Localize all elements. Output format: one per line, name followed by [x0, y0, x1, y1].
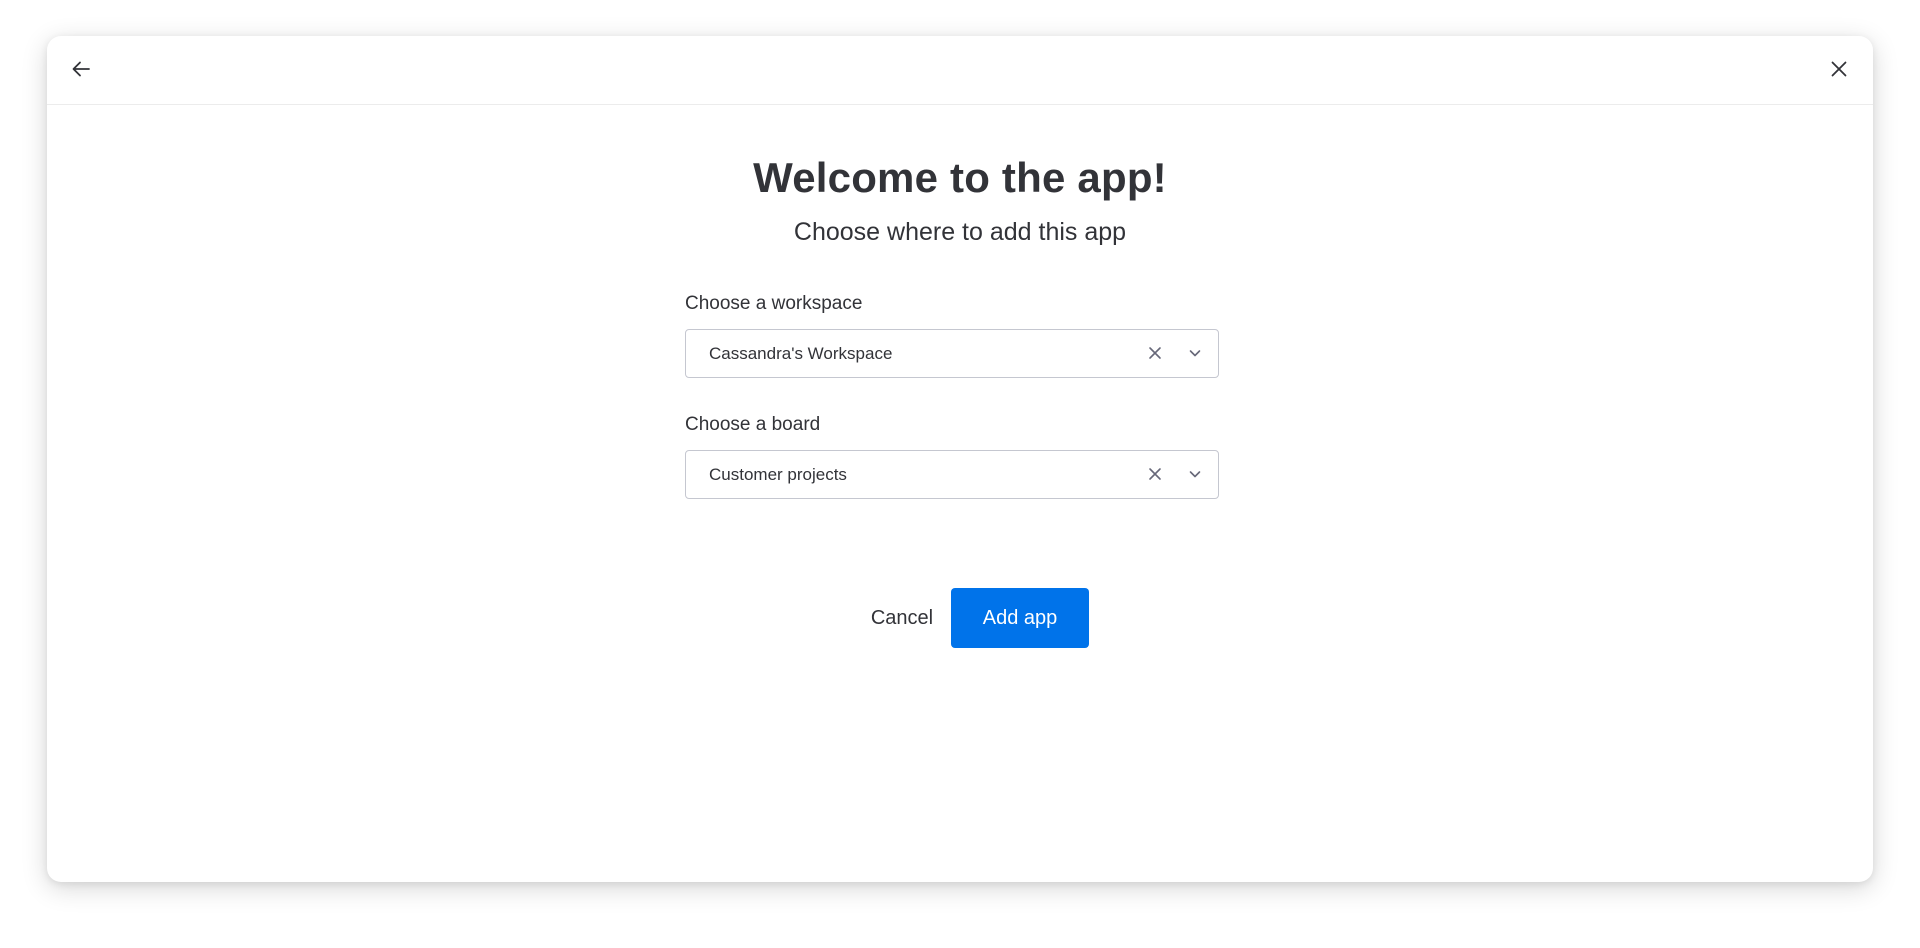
dialog-title: Welcome to the app!: [753, 154, 1167, 201]
chevron-down-icon: [1189, 471, 1201, 478]
add-app-dialog: Welcome to the app! Choose where to add …: [47, 36, 1873, 882]
board-label: Choose a board: [685, 414, 821, 435]
dialog-subtitle: Choose where to add this app: [793, 218, 1127, 246]
close-icon: [1831, 61, 1847, 77]
workspace-select-value: Cassandra's Workspace: [709, 344, 893, 363]
board-select-value: Customer projects: [709, 465, 847, 484]
workspace-dropdown-toggle[interactable]: [1184, 342, 1206, 364]
add-app-button[interactable]: Add app: [951, 588, 1089, 648]
workspace-select[interactable]: Cassandra's Workspace: [685, 329, 1219, 378]
workspace-clear-button[interactable]: [1144, 342, 1166, 364]
cancel-button[interactable]: Cancel: [855, 588, 949, 648]
arrow-left-icon: [72, 61, 90, 77]
clear-icon: [1149, 468, 1161, 480]
board-clear-button[interactable]: [1144, 463, 1166, 485]
board-dropdown-toggle[interactable]: [1184, 463, 1206, 485]
board-select[interactable]: Customer projects: [685, 450, 1219, 499]
workspace-label: Choose a workspace: [685, 293, 863, 314]
back-button[interactable]: [63, 51, 99, 87]
chevron-down-icon: [1189, 350, 1201, 357]
dialog-header: [47, 36, 1873, 105]
close-button[interactable]: [1821, 51, 1857, 87]
clear-icon: [1149, 347, 1161, 359]
